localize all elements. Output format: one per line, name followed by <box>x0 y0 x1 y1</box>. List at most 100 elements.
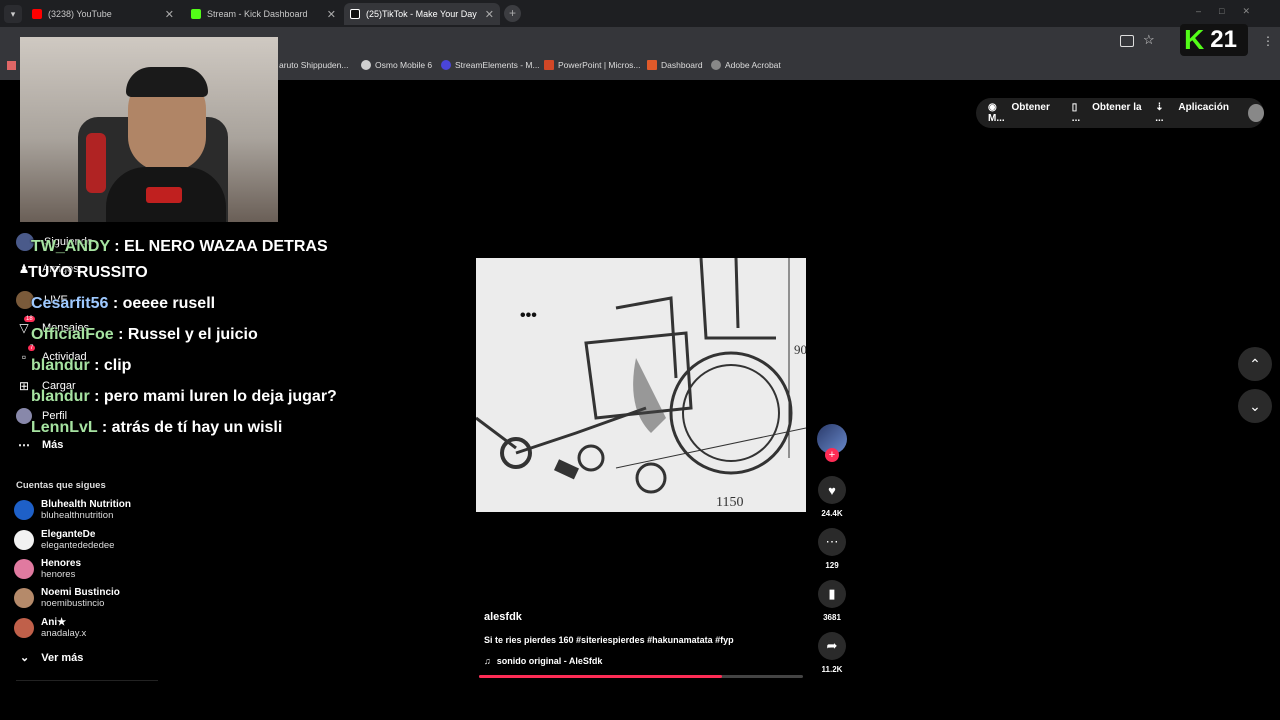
following-account[interactable]: Noemi Bustincio noemibustincio <box>14 587 120 609</box>
apps-grid-icon[interactable] <box>7 61 16 70</box>
comment-button[interactable]: ⋯ 129 <box>818 528 846 570</box>
share-arrow-icon: ➦ <box>818 632 846 660</box>
save-count: 3681 <box>823 613 841 622</box>
avatar <box>14 618 34 638</box>
bookmark-star-icon[interactable]: ☆ <box>1143 32 1155 48</box>
dashboard-icon <box>647 60 657 70</box>
chat-text: TUYO RUSSITO <box>28 264 148 281</box>
close-icon[interactable]: ✕ <box>165 8 174 21</box>
kick-logo-icon: K <box>1184 24 1205 55</box>
video-caption: Si te ries pierdes 160 #siteriespierdes … <box>484 635 734 645</box>
following-section-title: Cuentas que sigues <box>16 480 106 491</box>
user-avatar[interactable] <box>1248 104 1264 122</box>
webcam-overlay <box>20 37 278 222</box>
streamer-hair <box>126 67 208 97</box>
tiktok-icon <box>350 9 360 19</box>
stream-chat-overlay: TW_ANDY : EL NERO WAZAA DETRAS TUYO RUSS… <box>28 236 337 443</box>
chat-text: : EL NERO WAZAA DETRAS <box>109 238 328 255</box>
youtube-icon <box>32 9 42 19</box>
video-sound[interactable]: ♫ sonido original - AleSfdk <box>484 656 602 666</box>
get-app-button[interactable]: ▯ Obtener la ... <box>1072 102 1143 124</box>
globe-icon <box>711 60 721 70</box>
avatar <box>14 559 34 579</box>
chat-text: : Russel y el juicio <box>113 326 258 343</box>
chair-accent <box>86 133 106 193</box>
following-account[interactable]: Bluhealth Nutrition bluhealthnutrition <box>14 499 131 521</box>
viewer-count: 21 <box>1210 26 1237 53</box>
chat-message: Cesarfit56 : oeeee rusell <box>31 288 337 319</box>
kick-icon <box>191 9 201 19</box>
chevron-up-icon: ⌃ <box>1249 355 1261 372</box>
like-button[interactable]: ♥ 24.4K <box>818 476 846 518</box>
chat-text: : atrás de tí hay un wisli <box>97 419 283 436</box>
microsoft-icon <box>544 60 554 70</box>
bookmark-streamelements[interactable]: StreamElements - M... <box>441 60 540 70</box>
author-avatar-button[interactable]: + <box>817 424 847 462</box>
tab-kick-dashboard[interactable]: Stream - Kick Dashboard ✕ <box>185 3 342 25</box>
chevron-down-icon: ⌄ <box>1249 397 1261 414</box>
menu-dots-icon[interactable]: ⋮ <box>1262 34 1274 48</box>
chevron-down-icon: ⌄ <box>20 652 30 664</box>
video-player[interactable]: 1150 90 ••• <box>476 258 806 512</box>
chat-username: TW_ANDY <box>31 238 110 255</box>
comment-icon: ⋯ <box>818 528 846 556</box>
share-count: 11.2K <box>821 665 843 674</box>
chat-text: : clip <box>89 357 132 374</box>
chat-message: OfficialFoe : Russel y el juicio <box>31 319 337 350</box>
download-app-button[interactable]: ⇣ Aplicación ... <box>1155 102 1230 124</box>
close-icon[interactable]: ✕ <box>485 8 494 21</box>
chat-text: : oeeee rusell <box>108 295 216 312</box>
chat-message: blandur : pero mami luren lo deja jugar? <box>31 381 337 412</box>
close-icon[interactable]: ✕ <box>327 8 336 21</box>
kick-viewer-badge: K 21 <box>1180 24 1248 56</box>
streamelements-icon <box>441 60 451 70</box>
following-account[interactable]: Henores henores <box>14 558 81 580</box>
chat-message: LennLvL : atrás de tí hay un wisli <box>31 412 337 443</box>
install-app-icon[interactable] <box>1120 35 1134 47</box>
chat-username: OfficialFoe <box>31 326 114 343</box>
tab-label: (25)TikTok - Make Your Day <box>366 9 477 19</box>
next-video-button[interactable]: ⌄ <box>1238 389 1272 423</box>
new-tab-button[interactable]: + <box>504 5 521 22</box>
video-progress-fill <box>479 675 722 678</box>
google-icon <box>361 60 371 70</box>
dimension-label-side: 90 <box>794 342 806 357</box>
share-button[interactable]: ➦ 11.2K <box>818 632 846 674</box>
bookmark-powerpoint[interactable]: PowerPoint | Micros... <box>544 60 641 70</box>
save-button[interactable]: ▮ 3681 <box>818 580 846 622</box>
chat-message: blandur : clip <box>31 350 337 381</box>
tab-youtube[interactable]: (3238) YouTube ✕ <box>26 3 180 25</box>
get-coins-button[interactable]: ◉ Obtener M... <box>988 102 1060 124</box>
browser-tab-strip: ▾ (3238) YouTube ✕ Stream - Kick Dashboa… <box>0 0 1280 27</box>
follow-plus-icon[interactable]: + <box>825 448 839 462</box>
like-count: 24.4K <box>821 509 843 518</box>
chat-username: Cesarfit56 <box>31 295 109 312</box>
see-more-button[interactable]: ⌄ Ver más <box>20 651 83 664</box>
wheelchair-illustration: 1150 90 ••• <box>476 258 806 512</box>
comment-count: 129 <box>825 561 839 570</box>
chat-username: LennLvL <box>31 419 98 436</box>
chat-message: TUYO RUSSITO <box>28 258 337 288</box>
chat-username: blandur <box>31 388 90 405</box>
tab-tiktok[interactable]: (25)TikTok - Make Your Day ✕ <box>344 3 500 25</box>
tab-label: Stream - Kick Dashboard <box>207 9 308 19</box>
following-account[interactable]: EleganteDe elegantedededee <box>14 529 114 551</box>
bookmark-acrobat[interactable]: Adobe Acrobat <box>711 60 781 70</box>
chat-username: blandur <box>31 357 90 374</box>
heart-icon: ♥ <box>818 476 846 504</box>
window-controls[interactable]: –□✕ <box>1196 6 1268 17</box>
tab-search-button[interactable]: ▾ <box>4 5 22 23</box>
bookmark-osmo[interactable]: Osmo Mobile 6 <box>361 60 432 70</box>
ellipsis-icon: ••• <box>520 307 537 324</box>
bookmark-naruto[interactable]: aruto Shippuden... <box>279 60 348 70</box>
bookmark-dashboard[interactable]: Dashboard <box>647 60 703 70</box>
tab-label: (3238) YouTube <box>48 9 112 19</box>
shirt-logo <box>146 187 182 203</box>
previous-video-button[interactable]: ⌃ <box>1238 347 1272 381</box>
music-note-icon: ♫ <box>484 656 491 666</box>
chat-message: TW_ANDY : EL NERO WAZAA DETRAS <box>31 236 337 258</box>
video-progress-track[interactable] <box>479 675 803 678</box>
top-actions-bar: ◉ Obtener M... ▯ Obtener la ... ⇣ Aplica… <box>976 98 1264 128</box>
video-author[interactable]: alesfdk <box>484 611 522 623</box>
following-account[interactable]: Ani★ anadalay.x <box>14 617 86 639</box>
